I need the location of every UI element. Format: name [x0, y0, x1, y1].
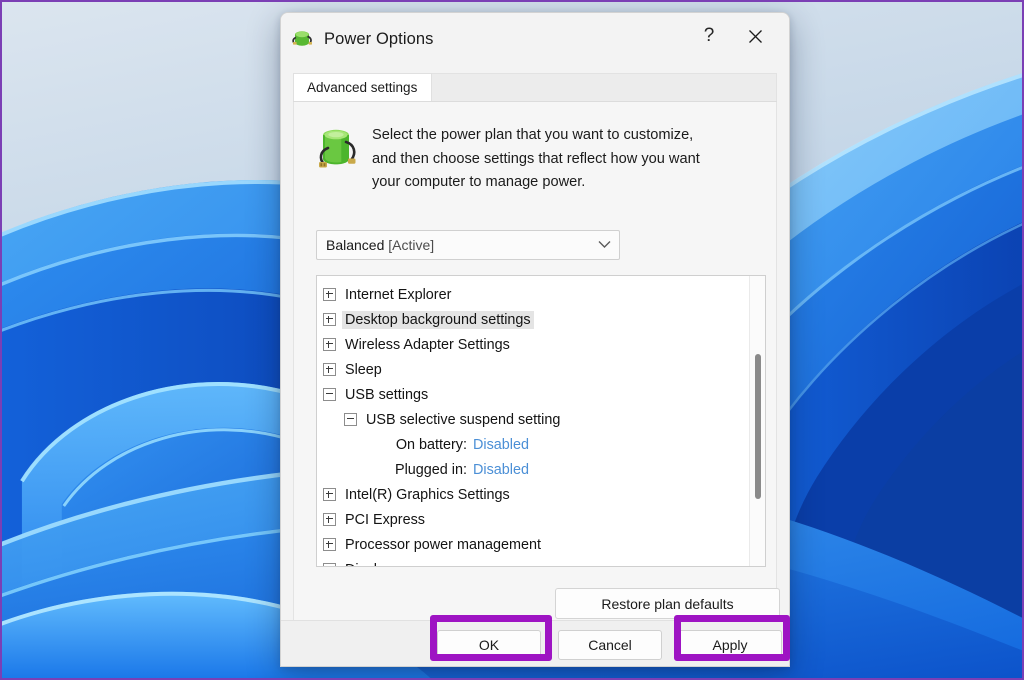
title-bar: Power Options ?: [281, 13, 789, 65]
power-plan-battery-icon: [291, 27, 315, 51]
intro-text: Select the power plan that you want to c…: [372, 124, 700, 195]
setting-label: On battery:: [317, 437, 473, 453]
tree-item-internet-explorer[interactable]: Internet Explorer: [317, 282, 745, 307]
expand-plus-icon[interactable]: [323, 563, 336, 567]
tree-content: Internet Explorer Desktop background set…: [317, 276, 745, 567]
tree-item-wireless-adapter-settings[interactable]: Wireless Adapter Settings: [317, 332, 745, 357]
power-plan-name: Balanced: [326, 237, 384, 253]
tree-item-processor-power-management[interactable]: Processor power management: [317, 532, 745, 557]
setting-value[interactable]: Disabled: [473, 462, 529, 478]
cancel-button[interactable]: Cancel: [558, 630, 662, 660]
expand-plus-icon[interactable]: [323, 338, 336, 351]
expand-plus-icon[interactable]: [323, 363, 336, 376]
tree-item-usb-settings[interactable]: USB settings: [317, 382, 745, 407]
intro-line-3: your computer to manage power.: [372, 171, 700, 195]
intro-line-1: Select the power plan that you want to c…: [372, 124, 700, 148]
chevron-down-icon: [598, 236, 611, 254]
advanced-settings-tree[interactable]: Internet Explorer Desktop background set…: [316, 275, 766, 567]
expand-plus-icon[interactable]: [323, 488, 336, 501]
setting-plugged-in[interactable]: Plugged in: Disabled: [317, 457, 745, 482]
tab-advanced-settings[interactable]: Advanced settings: [293, 73, 432, 101]
intro-line-2: and then choose settings that reflect ho…: [372, 148, 700, 172]
power-options-dialog: Power Options ? Advanced settings: [280, 12, 790, 667]
tree-item-desktop-background-settings[interactable]: Desktop background settings: [317, 307, 745, 332]
tree-item-intel-graphics-settings[interactable]: Intel(R) Graphics Settings: [317, 482, 745, 507]
intro-block: Select the power plan that you want to c…: [294, 102, 776, 195]
tree-scrollbar-thumb[interactable]: [755, 354, 761, 499]
advanced-settings-panel: Select the power plan that you want to c…: [293, 102, 777, 632]
tree-item-label: Display: [345, 562, 392, 568]
setting-label: Plugged in:: [317, 462, 473, 478]
power-plan-suffix: [Active]: [388, 237, 434, 253]
tab-label: Advanced settings: [307, 80, 417, 95]
power-plan-select[interactable]: Balanced [Active]: [316, 230, 620, 260]
tree-item-display[interactable]: Display: [317, 557, 745, 567]
titlebar-buttons: ?: [687, 13, 789, 65]
collapse-minus-icon[interactable]: [323, 388, 336, 401]
apply-button[interactable]: Apply: [678, 630, 782, 660]
expand-plus-icon[interactable]: [323, 538, 336, 551]
tree-scrollbar[interactable]: [749, 276, 765, 566]
setting-value[interactable]: Disabled: [473, 437, 529, 453]
expand-plus-icon[interactable]: [323, 313, 336, 326]
tree-item-label: Desktop background settings: [342, 311, 534, 329]
tree-item-label: USB selective suspend setting: [366, 412, 560, 428]
close-button[interactable]: [731, 13, 779, 59]
collapse-minus-icon[interactable]: [344, 413, 357, 426]
close-icon: [748, 29, 763, 44]
tree-item-pci-express[interactable]: PCI Express: [317, 507, 745, 532]
power-plan-value: Balanced [Active]: [326, 237, 434, 253]
battery-plug-icon: [316, 126, 358, 174]
dialog-footer: OK Cancel Apply: [281, 620, 789, 667]
tree-item-label: Processor power management: [345, 537, 541, 553]
help-button[interactable]: ?: [687, 13, 731, 59]
screen: Power Options ? Advanced settings: [0, 0, 1024, 680]
restore-plan-defaults-button[interactable]: Restore plan defaults: [555, 588, 780, 619]
expand-plus-icon[interactable]: [323, 513, 336, 526]
tree-item-label: Sleep: [345, 362, 382, 378]
ok-button[interactable]: OK: [437, 630, 541, 660]
tree-item-label: USB settings: [345, 387, 428, 403]
setting-on-battery[interactable]: On battery: Disabled: [317, 432, 745, 457]
tree-item-usb-selective-suspend-setting[interactable]: USB selective suspend setting: [317, 407, 745, 432]
window-title: Power Options: [324, 30, 434, 49]
tree-item-label: PCI Express: [345, 512, 425, 528]
tab-strip: Advanced settings: [293, 73, 777, 102]
tree-item-label: Internet Explorer: [345, 287, 451, 303]
tree-item-label: Wireless Adapter Settings: [345, 337, 510, 353]
tree-item-label: Intel(R) Graphics Settings: [345, 487, 510, 503]
expand-plus-icon[interactable]: [323, 288, 336, 301]
tree-item-sleep[interactable]: Sleep: [317, 357, 745, 382]
